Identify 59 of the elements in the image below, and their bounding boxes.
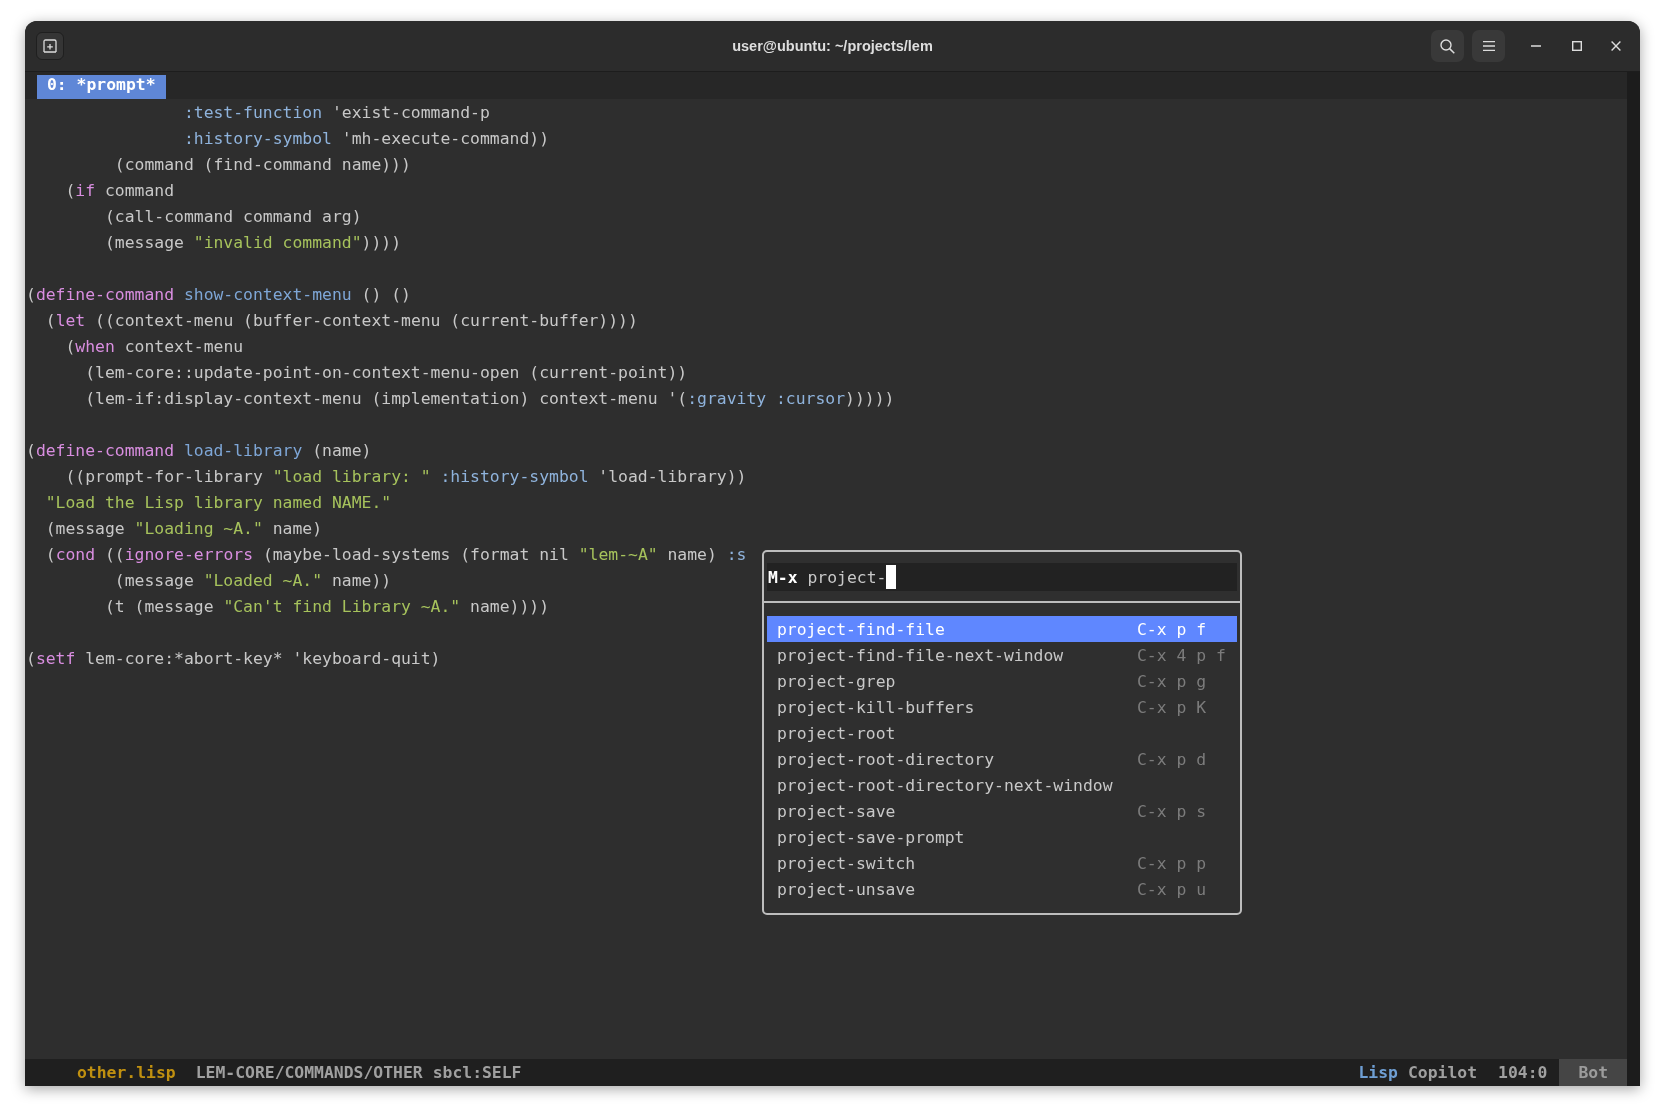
cursor-icon: [886, 565, 897, 589]
completion-item[interactable]: project-find-file-next-window C-x 4 p f: [767, 642, 1237, 668]
lisp-implementation: sbcl:SELF: [432, 1063, 522, 1082]
completion-item[interactable]: project-save C-x p s: [767, 798, 1237, 824]
code-line: (t (message "Can't find Library ~A." name)))): [104, 596, 550, 618]
key-binding: C-x p d: [1137, 749, 1207, 769]
maximize-icon: [1572, 41, 1582, 51]
code-line: (lem-core::update-point-on-context-menu-open (current-point)): [85, 362, 688, 384]
code-line: (lem-if:display-context-menu (implementation) context-menu '(:gravity :cursor))))): [85, 388, 895, 410]
scrollbar[interactable]: [1627, 72, 1640, 1086]
file-name: other.lisp: [77, 1063, 176, 1082]
completion-item[interactable]: project-root: [767, 720, 1237, 746]
menu-icon: [1482, 41, 1495, 51]
package-name: LEM-CORE/COMMANDS/OTHER: [195, 1063, 423, 1082]
search-button[interactable]: [1431, 30, 1464, 62]
code-line: (cond ((ignore-errors (maybe-load-systems (format nil "lem-~A" name) :s: [45, 544, 747, 566]
key-binding: C-x p p: [1137, 853, 1207, 873]
code-line: (message "Loaded ~A." name)): [114, 570, 392, 592]
completion-item[interactable]: project-root-directory-next-window: [767, 772, 1237, 798]
code-line: (when context-menu: [65, 336, 244, 358]
window-title: user@ubuntu: ~/projects/lem: [732, 38, 933, 54]
key-binding: C-x 4 p f: [1137, 645, 1226, 665]
frame-tab[interactable]: 0: *prompt*: [37, 75, 166, 99]
key-binding: C-x p K: [1137, 697, 1207, 717]
minor-mode: Copilot: [1407, 1063, 1478, 1082]
code-line: (message "invalid command")))): [104, 232, 401, 254]
new-tab-button[interactable]: [36, 32, 64, 60]
completion-item[interactable]: project-switch C-x p p: [767, 850, 1237, 876]
code-line: (let ((context-menu (buffer-context-menu (current-buffer)))): [45, 310, 638, 332]
close-icon: [1611, 41, 1621, 51]
tab-plus-icon: [43, 39, 57, 53]
code-line: "Load the Lisp library named NAME.": [45, 492, 392, 514]
code-line: (command (find-command name))): [114, 154, 411, 176]
minimize-icon: [1531, 45, 1541, 47]
code-line: (call-command command arg): [104, 206, 362, 228]
key-binding: C-x p u: [1137, 879, 1207, 899]
code-line: :history-symbol 'mh-execute-command)): [183, 128, 550, 150]
code-line: (define-command load-library (name): [26, 440, 372, 462]
major-mode: Lisp: [1358, 1063, 1398, 1082]
completion-item[interactable]: project-root-directory C-x p d: [767, 746, 1237, 772]
key-binding: C-x p f: [1137, 619, 1207, 639]
completion-item[interactable]: project-unsave C-x p u: [767, 876, 1237, 902]
code-line: (setf lem-core:*abort-key* 'keyboard-quit): [26, 648, 441, 670]
scroll-position: Bot: [1559, 1059, 1627, 1086]
menu-button[interactable]: [1472, 30, 1505, 62]
cursor-position: 104:0: [1498, 1063, 1548, 1082]
completion-item[interactable]: project-kill-buffers C-x p K: [767, 694, 1237, 720]
key-binding: C-x p s: [1137, 801, 1207, 821]
code-line: :test-function 'exist-command-p: [183, 102, 490, 124]
code-line: ((prompt-for-library "load library: " :history-symbol 'load-library)): [65, 466, 747, 488]
search-icon: [1440, 38, 1455, 54]
code-line: (message "Loading ~A." name): [45, 518, 323, 540]
command-input[interactable]: M-x project-: [767, 563, 1237, 591]
completion-item[interactable]: project-grep C-x p g: [767, 668, 1237, 694]
completion-item[interactable]: project-save-prompt: [767, 824, 1237, 850]
key-binding: C-x p g: [1137, 671, 1207, 691]
code-line: (define-command show-context-menu () (): [26, 284, 411, 306]
code-line: (if command: [65, 180, 175, 202]
maximize-button[interactable]: [1569, 38, 1585, 54]
